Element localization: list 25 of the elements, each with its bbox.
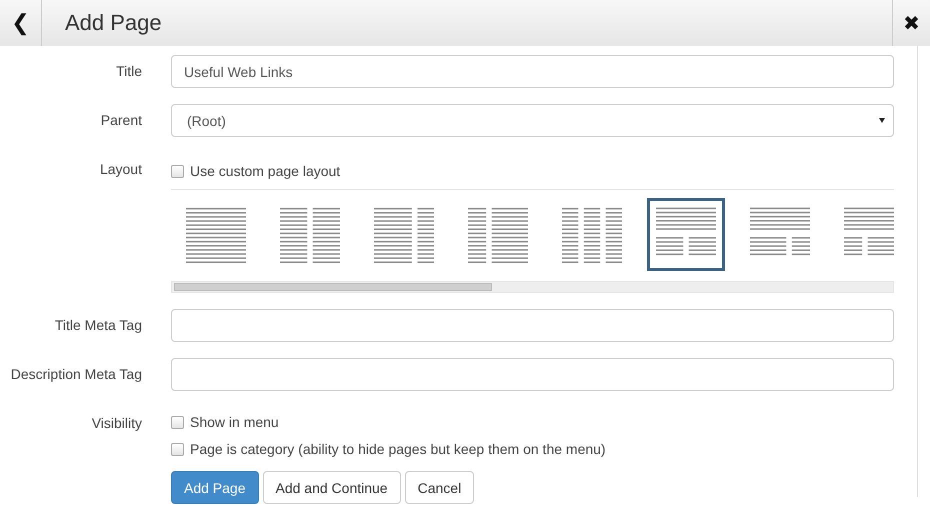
checkbox[interactable]: [171, 164, 184, 178]
form-button[interactable]: Cancel: [404, 471, 474, 504]
title-field[interactable]: Useful Web Links: [171, 55, 894, 88]
checkbox-label: Show in menu: [190, 414, 279, 430]
title-meta-field[interactable]: [171, 309, 894, 342]
field-label: Visibility: [90, 414, 142, 431]
back-button[interactable]: ❮: [0, 0, 42, 46]
dropdown-caret-icon: [879, 118, 885, 123]
close-button[interactable]: ✖: [892, 0, 930, 46]
checkbox[interactable]: [171, 442, 184, 456]
page-title: Add Page: [64, 9, 163, 37]
field-label: Title Meta Tag: [54, 316, 142, 333]
field-label: Layout: [98, 160, 142, 177]
field-label: Parent: [100, 111, 142, 128]
checkbox-label: Page is category (ability to hide pages but keep them on the menu): [190, 441, 606, 457]
parent-select[interactable]: (Root): [171, 104, 894, 137]
field-label: Title: [115, 62, 142, 79]
submit-button[interactable]: Add Page: [171, 471, 258, 504]
description-meta-field[interactable]: [171, 358, 894, 391]
checkbox-label: Use custom page layout: [190, 163, 340, 179]
field-label: Description Meta Tag: [10, 365, 142, 382]
scrollbar[interactable]: [171, 281, 894, 293]
form-button[interactable]: Add and Continue: [262, 471, 401, 504]
layout-option[interactable]: [647, 198, 725, 271]
checkbox[interactable]: [171, 416, 184, 428]
